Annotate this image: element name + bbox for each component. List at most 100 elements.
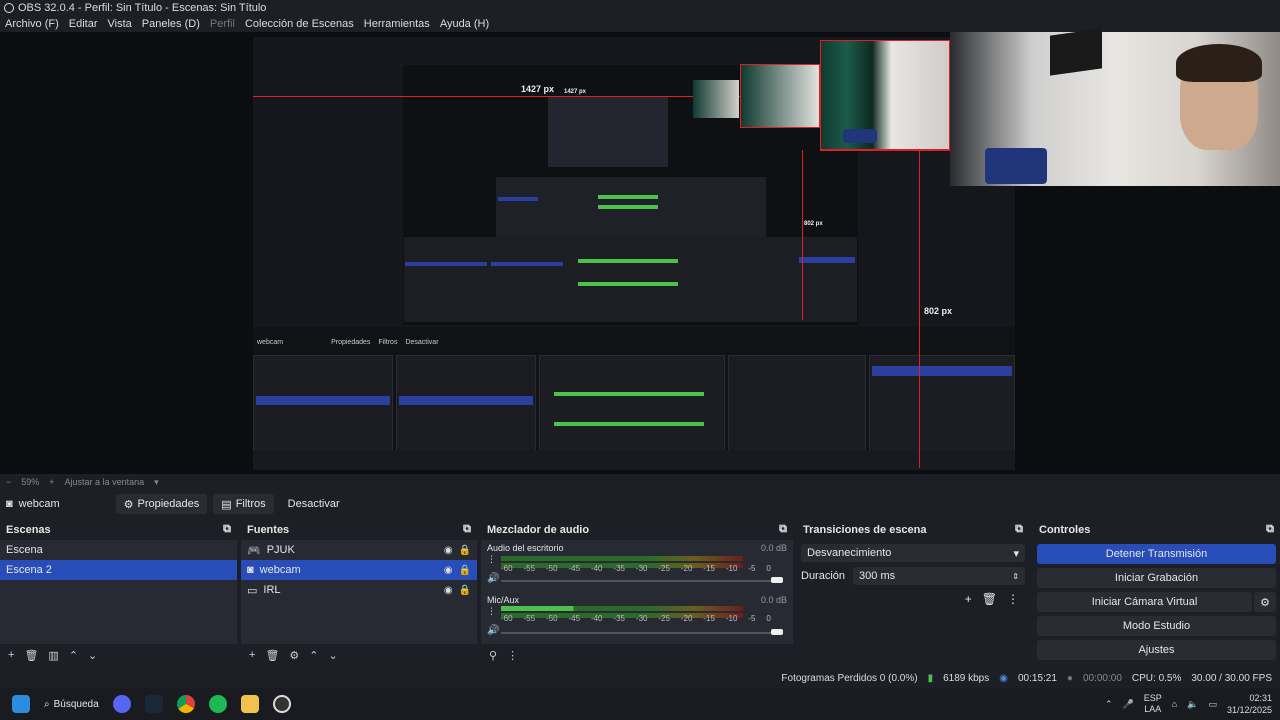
speaker-icon[interactable]: 🔊: [487, 573, 499, 584]
obs-icon[interactable]: [272, 695, 291, 713]
language-indicator[interactable]: ESP LAA: [1144, 693, 1162, 715]
add-icon[interactable]: +: [249, 649, 255, 661]
add-icon[interactable]: +: [8, 649, 14, 661]
zoom-dropdown-icon[interactable]: ▾: [154, 477, 159, 488]
transition-select[interactable]: Desvanecimiento ▾: [801, 544, 1025, 562]
start-recording-button[interactable]: Iniciar Grabación: [1037, 568, 1276, 588]
menu-paneles[interactable]: Paneles (D): [137, 18, 205, 30]
trash-icon[interactable]: 🗑: [982, 592, 997, 606]
taskbar-search[interactable]: ⌕ Búsqueda: [44, 699, 99, 710]
volume-slider[interactable]: [501, 580, 781, 582]
obs-logo-icon: [4, 3, 14, 13]
spotify-icon[interactable]: [208, 695, 227, 713]
lock-icon[interactable]: 🔒: [459, 585, 471, 596]
scene-item-selected[interactable]: Escena 2: [0, 560, 237, 580]
network-icon[interactable]: ⌂: [1172, 699, 1177, 709]
gear-icon: ⚙: [1260, 596, 1270, 609]
volume-slider-knob[interactable]: [771, 629, 783, 635]
speaker-icon[interactable]: 🔊: [487, 625, 499, 636]
volume-slider-knob[interactable]: [771, 577, 783, 583]
spin-arrows-icon[interactable]: ⇕: [1012, 572, 1019, 581]
add-icon[interactable]: +: [965, 592, 972, 606]
scene-item[interactable]: Escena: [0, 540, 237, 560]
stop-streaming-button[interactable]: Detener Transmisión: [1037, 544, 1276, 564]
webcam-source-nested[interactable]: [820, 40, 950, 150]
language-bottom: LAA: [1144, 704, 1162, 714]
webcam-chair: [985, 148, 1047, 184]
nested-sources-dock: [396, 355, 536, 465]
signal-icon: ▮: [927, 672, 934, 684]
menu-perfil[interactable]: Perfil: [205, 18, 240, 30]
settings-button[interactable]: Ajustes: [1037, 640, 1276, 660]
move-up-icon[interactable]: ⌃: [69, 649, 78, 662]
menu-coleccion-escenas[interactable]: Colección de Escenas: [240, 18, 359, 30]
measure-label-height: 802 px: [924, 306, 953, 316]
menu-herramientas[interactable]: Herramientas: [359, 18, 435, 30]
source-item[interactable]: ▭ IRL ◉ 🔒: [241, 580, 477, 600]
virtual-camera-settings-button[interactable]: ⚙: [1254, 592, 1276, 612]
windows-start-icon[interactable]: [12, 695, 30, 713]
chevron-up-icon[interactable]: ⌃: [1105, 699, 1113, 710]
discord-icon[interactable]: [112, 695, 131, 713]
file-explorer-icon[interactable]: [240, 695, 259, 713]
lock-icon[interactable]: 🔒: [459, 565, 471, 576]
cpu-usage: CPU: 0.5%: [1131, 672, 1182, 684]
menu-ayuda[interactable]: Ayuda (H): [435, 18, 494, 30]
link-icon[interactable]: ⚲: [489, 649, 497, 662]
zoom-in-button[interactable]: +: [49, 477, 54, 487]
move-down-icon[interactable]: ⌄: [329, 649, 338, 662]
more-icon[interactable]: ⋮: [1007, 592, 1019, 606]
properties-button[interactable]: ⚙ Propiedades: [115, 494, 208, 514]
visibility-eye-icon[interactable]: ◉: [444, 565, 453, 576]
source-item-label: webcam: [259, 564, 301, 576]
menu-editar[interactable]: Editar: [64, 18, 103, 30]
zoom-out-button[interactable]: −: [6, 477, 11, 487]
duration-spinbox[interactable]: 300 ms ⇕: [853, 567, 1025, 585]
visibility-eye-icon[interactable]: ◉: [444, 585, 453, 596]
scenes-list: Escena Escena 2: [0, 540, 237, 644]
trash-icon[interactable]: 🗑: [24, 649, 38, 662]
channel-menu-icon[interactable]: ⋮: [487, 606, 496, 617]
game-capture-icon: 🎮: [247, 544, 261, 557]
filter-icon[interactable]: ▥: [48, 649, 58, 662]
nested-mixer-dock: [539, 355, 725, 465]
start-virtual-camera-button[interactable]: Iniciar Cámara Virtual: [1037, 592, 1252, 612]
transitions-dock: Transiciones de escena ⧉ Desvanecimiento …: [797, 521, 1029, 666]
transitions-body: Desvanecimiento ▾ Duración 300 ms ⇕ + 🗑 …: [797, 540, 1029, 644]
volume-meter: [501, 606, 743, 611]
deactivate-button[interactable]: Desactivar: [280, 494, 348, 514]
microphone-icon[interactable]: 🎤: [1123, 699, 1134, 710]
dock-float-icon[interactable]: ⧉: [1015, 523, 1023, 536]
source-item-selected[interactable]: ◙ webcam ◉ 🔒: [241, 560, 477, 580]
dock-float-icon[interactable]: ⧉: [1266, 523, 1274, 536]
dock-float-icon[interactable]: ⧉: [779, 523, 787, 536]
record-time: 00:00:00: [1082, 672, 1122, 684]
transitions-title: Transiciones de escena: [803, 523, 927, 536]
more-icon[interactable]: ⋮: [507, 649, 518, 662]
lock-icon[interactable]: 🔒: [459, 545, 471, 556]
filters-button[interactable]: ▤ Filtros: [213, 494, 274, 514]
visibility-eye-icon[interactable]: ◉: [444, 545, 453, 556]
trash-icon[interactable]: 🗑: [265, 649, 279, 662]
battery-icon[interactable]: ▭: [1208, 699, 1217, 710]
source-toolbar: ◙ webcam ⚙ Propiedades ▤ Filtros Desacti…: [0, 493, 1280, 515]
clock[interactable]: 02:31 31/12/2025: [1227, 692, 1272, 716]
chrome-icon[interactable]: [176, 695, 195, 713]
controls-dock: Controles ⧉ Detener Transmisión Iniciar G…: [1033, 521, 1280, 666]
channel-menu-icon[interactable]: ⋮: [487, 554, 496, 565]
gear-icon[interactable]: ⚙: [289, 649, 299, 662]
volume-slider[interactable]: [501, 632, 781, 634]
steam-icon[interactable]: [144, 695, 163, 713]
menu-archivo[interactable]: Archivo (F): [0, 18, 64, 30]
menu-vista[interactable]: Vista: [103, 18, 137, 30]
camera-icon: ◙: [247, 564, 254, 576]
dock-float-icon[interactable]: ⧉: [463, 523, 471, 536]
dock-float-icon[interactable]: ⧉: [223, 523, 231, 536]
move-down-icon[interactable]: ⌄: [88, 649, 97, 662]
move-up-icon[interactable]: ⌃: [309, 649, 318, 662]
measure-line-bottom: [820, 150, 950, 151]
zoom-fit-label[interactable]: Ajustar a la ventana: [65, 477, 145, 487]
studio-mode-button[interactable]: Modo Estudio: [1037, 616, 1276, 636]
volume-icon[interactable]: 🔈: [1187, 699, 1198, 710]
source-item[interactable]: 🎮 PJUK ◉ 🔒: [241, 540, 477, 560]
